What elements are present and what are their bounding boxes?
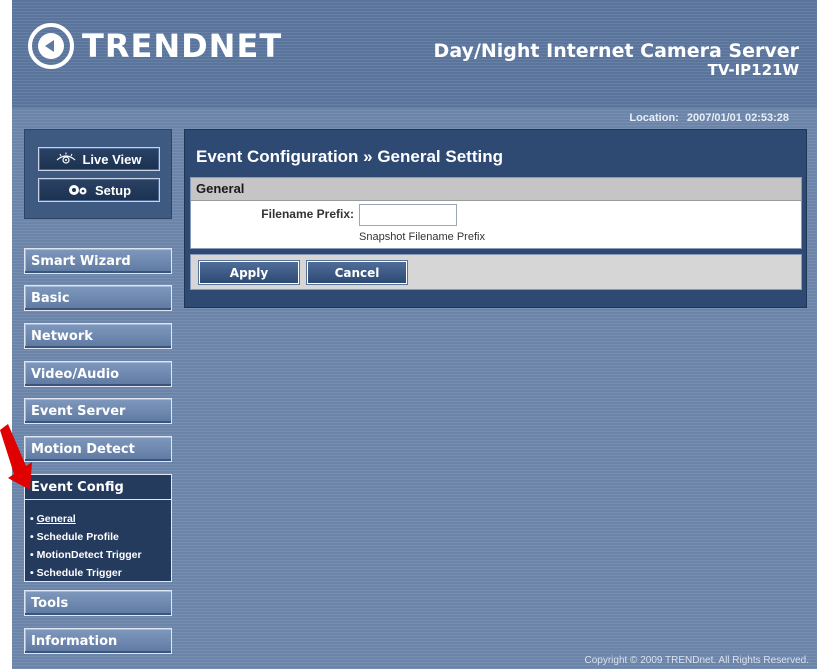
- submenu-item-motiondetect-trigger[interactable]: • MotionDetect Trigger: [30, 546, 171, 564]
- live-view-label: Live View: [82, 151, 142, 167]
- filename-prefix-label: Filename Prefix:: [261, 207, 354, 221]
- menu-video-audio[interactable]: Video/Audio: [24, 361, 172, 387]
- submenu-label: General: [36, 513, 76, 525]
- red-arrow-icon: [0, 424, 32, 490]
- cancel-button[interactable]: Cancel: [307, 261, 407, 284]
- section-title: General: [191, 178, 801, 201]
- general-section: General Filename Prefix: Snapshot Filena…: [190, 177, 802, 249]
- filename-prefix-input[interactable]: [359, 204, 457, 226]
- submenu-item-general[interactable]: • General: [30, 510, 171, 528]
- content-panel: Event Configuration » General Setting Ge…: [184, 129, 807, 308]
- action-bar: Apply Cancel: [190, 254, 802, 290]
- trendnet-logo: TRENDNET: [28, 22, 282, 70]
- submenu-label: Schedule Profile: [36, 531, 119, 543]
- apply-button[interactable]: Apply: [199, 261, 299, 284]
- submenu-item-schedule-trigger[interactable]: • Schedule Trigger: [30, 564, 171, 582]
- trendnet-logo-icon: [28, 23, 74, 69]
- product-model: TV-IP121W: [707, 61, 799, 79]
- page-title: Event Configuration » General Setting: [196, 147, 503, 166]
- menu-network[interactable]: Network: [24, 323, 172, 349]
- submenu-item-schedule-profile[interactable]: • Schedule Profile: [30, 528, 171, 546]
- menu-basic[interactable]: Basic: [24, 285, 172, 311]
- location-label: Location:: [629, 112, 679, 124]
- menu-smart-wizard[interactable]: Smart Wizard: [24, 248, 172, 274]
- filename-prefix-row: Filename Prefix: Snapshot Filename Prefi…: [191, 201, 801, 248]
- menu-tools[interactable]: Tools: [24, 590, 172, 616]
- location-datetime: 2007/01/01 02:53:28: [686, 112, 789, 124]
- setup-button[interactable]: Setup: [38, 178, 160, 202]
- product-name: Day/Night Internet Camera Server: [433, 40, 799, 62]
- copyright-text: Copyright © 2009 TRENDnet. All Rights Re…: [584, 655, 809, 666]
- menu-event-server[interactable]: Event Server: [24, 398, 172, 424]
- submenu-label: Schedule Trigger: [36, 567, 122, 579]
- submenu-label: MotionDetect Trigger: [36, 549, 142, 561]
- logo-text: TRENDNET: [82, 27, 283, 65]
- menu-information[interactable]: Information: [24, 628, 172, 654]
- filename-prefix-help: Snapshot Filename Prefix: [359, 231, 485, 243]
- eye-icon: [57, 152, 76, 164]
- live-view-button[interactable]: Live View: [38, 147, 160, 171]
- view-panel: Live View Setup: [24, 129, 172, 219]
- setup-label: Setup: [94, 182, 132, 198]
- product-title: Day/Night Internet Camera Server TV-IP12…: [434, 40, 799, 79]
- menu-motion-detect[interactable]: Motion Detect: [24, 436, 172, 462]
- menu-event-config[interactable]: Event Config: [24, 474, 172, 500]
- gear-icon: [68, 185, 87, 195]
- location-bar: Location: 2007/01/01 02:53:28: [621, 112, 789, 124]
- event-config-submenu: • General • Schedule Profile • MotionDet…: [24, 500, 172, 582]
